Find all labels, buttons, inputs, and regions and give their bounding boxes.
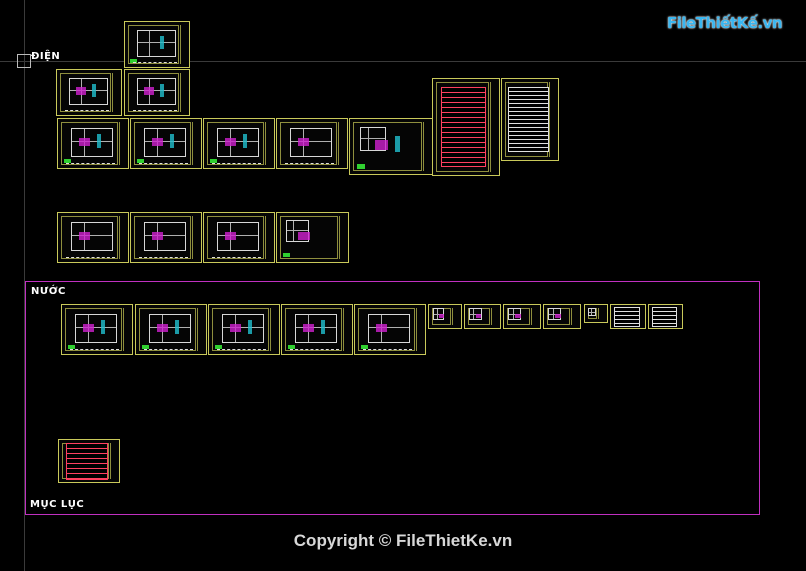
drawing-sheet[interactable] xyxy=(276,118,348,169)
drawing-sheet[interactable] xyxy=(503,304,541,329)
drawing-sheet[interactable] xyxy=(610,304,646,329)
cad-model-space[interactable]: FileThiếtKế.vn ĐIỆN NƯỚC MỤC LỤC Copyrig… xyxy=(0,0,806,571)
drawing-sheet[interactable] xyxy=(464,304,501,329)
drawing-sheet[interactable] xyxy=(135,304,207,355)
logo-text: FileThiếtKế.vn xyxy=(667,14,783,32)
label-nuoc: NƯỚC xyxy=(31,286,66,297)
drawing-sheet[interactable] xyxy=(276,212,349,263)
drawing-sheet[interactable] xyxy=(543,304,581,329)
drawing-sheet[interactable] xyxy=(648,304,683,329)
drawing-sheet[interactable] xyxy=(349,118,433,175)
drawing-sheet[interactable] xyxy=(61,304,133,355)
drawing-sheet[interactable] xyxy=(124,21,190,68)
drawing-sheet[interactable] xyxy=(354,304,426,355)
drawing-sheet[interactable] xyxy=(56,69,122,116)
ucs-icon xyxy=(17,54,31,68)
drawing-sheet[interactable] xyxy=(203,212,275,263)
crosshair-horizontal xyxy=(0,61,806,62)
drawing-sheet[interactable] xyxy=(501,78,559,161)
drawing-sheet[interactable] xyxy=(57,118,129,169)
drawing-sheet[interactable] xyxy=(130,212,202,263)
drawing-sheet[interactable] xyxy=(57,212,129,263)
drawing-sheet[interactable] xyxy=(428,304,462,329)
label-muc-luc: MỤC LỤC xyxy=(30,499,85,510)
drawing-sheet[interactable] xyxy=(130,118,202,169)
drawing-sheet[interactable] xyxy=(281,304,353,355)
drawing-sheet[interactable] xyxy=(203,118,275,169)
drawing-sheet[interactable] xyxy=(58,439,120,483)
drawing-sheet[interactable] xyxy=(432,78,500,176)
label-dien: ĐIỆN xyxy=(31,51,61,62)
drawing-sheet[interactable] xyxy=(124,69,190,116)
copyright-watermark: Copyright © FileThietKe.vn xyxy=(293,531,513,550)
drawing-sheet[interactable] xyxy=(584,304,608,323)
drawing-sheet[interactable] xyxy=(208,304,280,355)
